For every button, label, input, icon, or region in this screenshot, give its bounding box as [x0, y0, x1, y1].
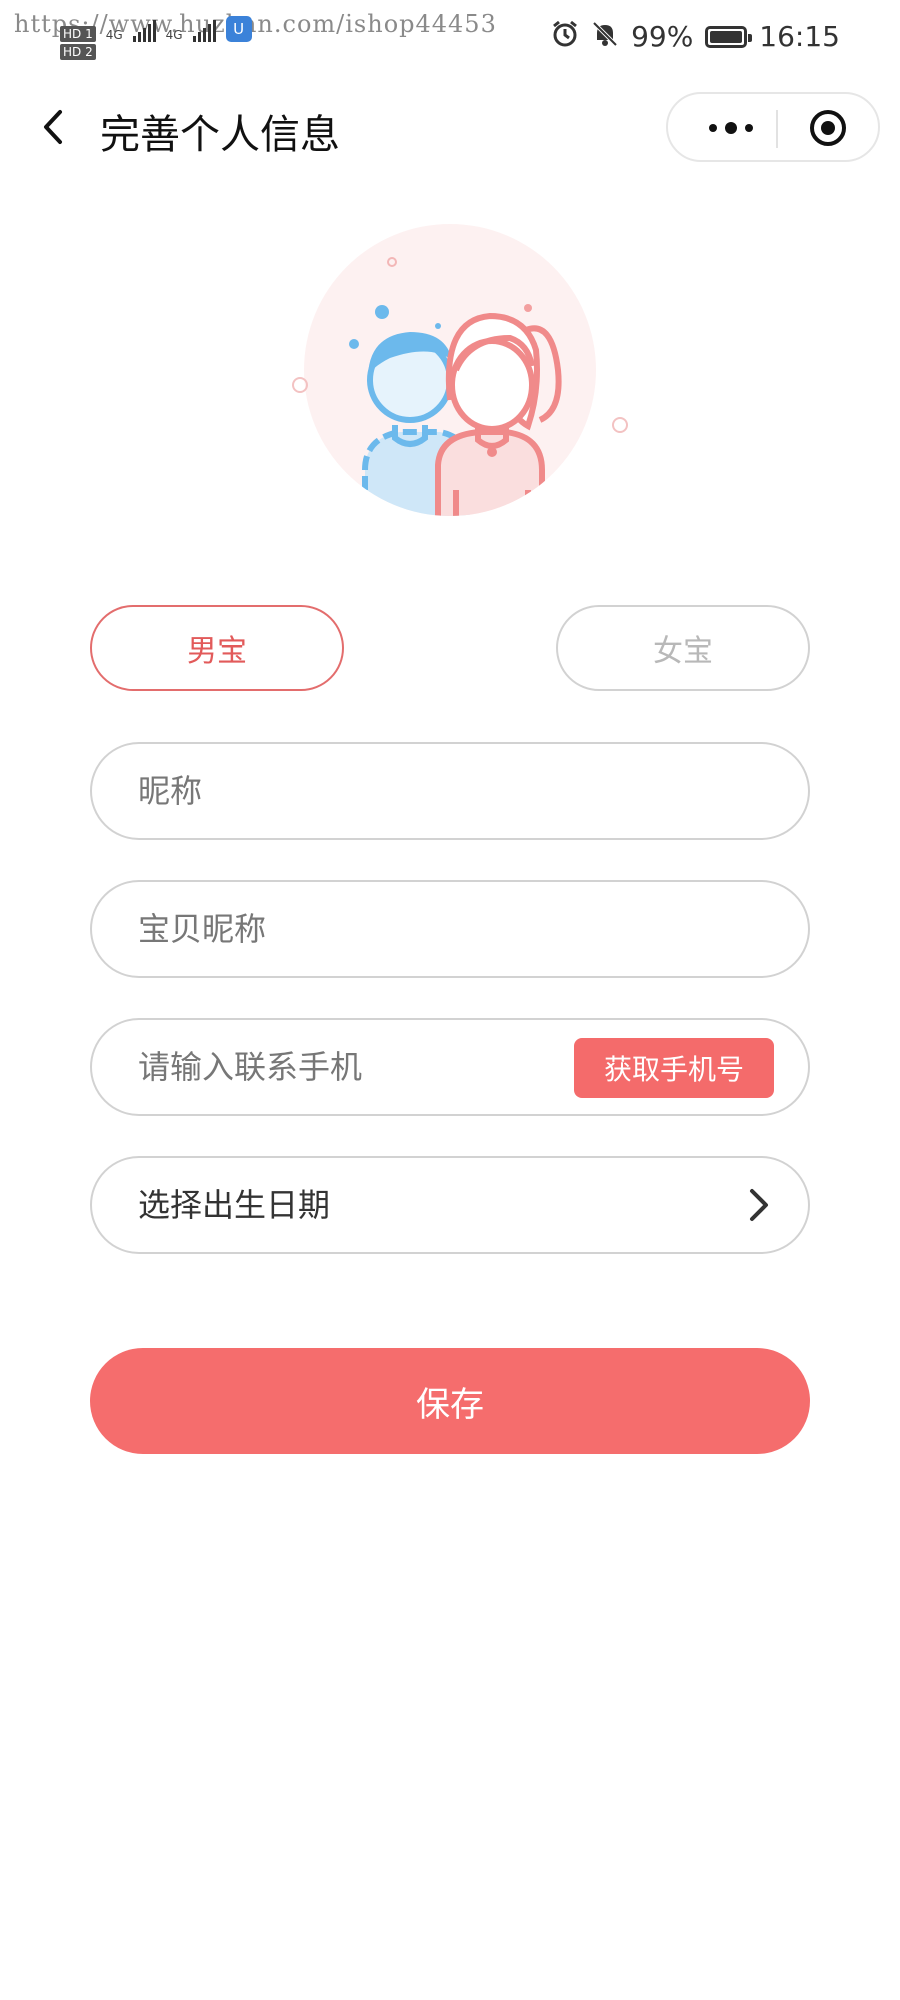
baby-nickname-field[interactable]: 宝贝昵称	[90, 880, 810, 978]
status-left-icons: HD 1 4G 4G U	[60, 16, 252, 42]
chevron-right-icon	[750, 1189, 768, 1221]
more-dots-icon[interactable]	[696, 110, 766, 146]
signal-icon-2	[192, 20, 216, 42]
battery-percent: 99%	[631, 20, 694, 53]
network-type-2: 4G	[165, 28, 183, 42]
avatar-illustration	[270, 220, 630, 540]
page: https://www.huzhan.com/ishop44453 HD 1 4…	[0, 0, 900, 2000]
close-target-icon[interactable]	[808, 108, 848, 148]
baby-nickname-placeholder: 宝贝昵称	[138, 910, 267, 948]
hd-badge-1: HD 1	[60, 26, 96, 42]
mini-program-capsule	[666, 92, 880, 162]
birthday-picker[interactable]: 选择出生日期	[90, 1156, 810, 1254]
back-button[interactable]	[30, 102, 80, 152]
get-phone-button[interactable]: 获取手机号	[574, 1038, 774, 1098]
gender-female-button[interactable]: 女宝	[556, 605, 810, 691]
save-button[interactable]: 保存	[90, 1348, 810, 1454]
phone-placeholder: 请输入联系手机	[138, 1048, 363, 1086]
capsule-divider	[776, 110, 778, 148]
nickname-field[interactable]: 昵称	[90, 742, 810, 840]
page-title: 完善个人信息	[100, 112, 340, 158]
network-type-1: 4G	[105, 28, 123, 42]
nav-bar: 完善个人信息	[0, 80, 900, 180]
nickname-placeholder: 昵称	[138, 772, 203, 810]
bell-mute-icon	[591, 20, 619, 53]
signal-icon-1	[132, 20, 156, 42]
clock-time: 16:15	[759, 20, 840, 53]
phone-field[interactable]: 请输入联系手机 获取手机号	[90, 1018, 810, 1116]
app-notification-icon: U	[225, 16, 252, 42]
hd-badge-2: HD 2	[60, 44, 96, 60]
battery-icon	[705, 25, 753, 48]
gender-male-button[interactable]: 男宝	[90, 605, 344, 691]
alarm-icon	[551, 20, 579, 53]
status-bar: https://www.huzhan.com/ishop44453 HD 1 4…	[0, 0, 900, 80]
chevron-left-icon	[44, 110, 62, 144]
status-right: 99% 16:15	[551, 20, 840, 53]
birthday-label: 选择出生日期	[138, 1186, 331, 1224]
